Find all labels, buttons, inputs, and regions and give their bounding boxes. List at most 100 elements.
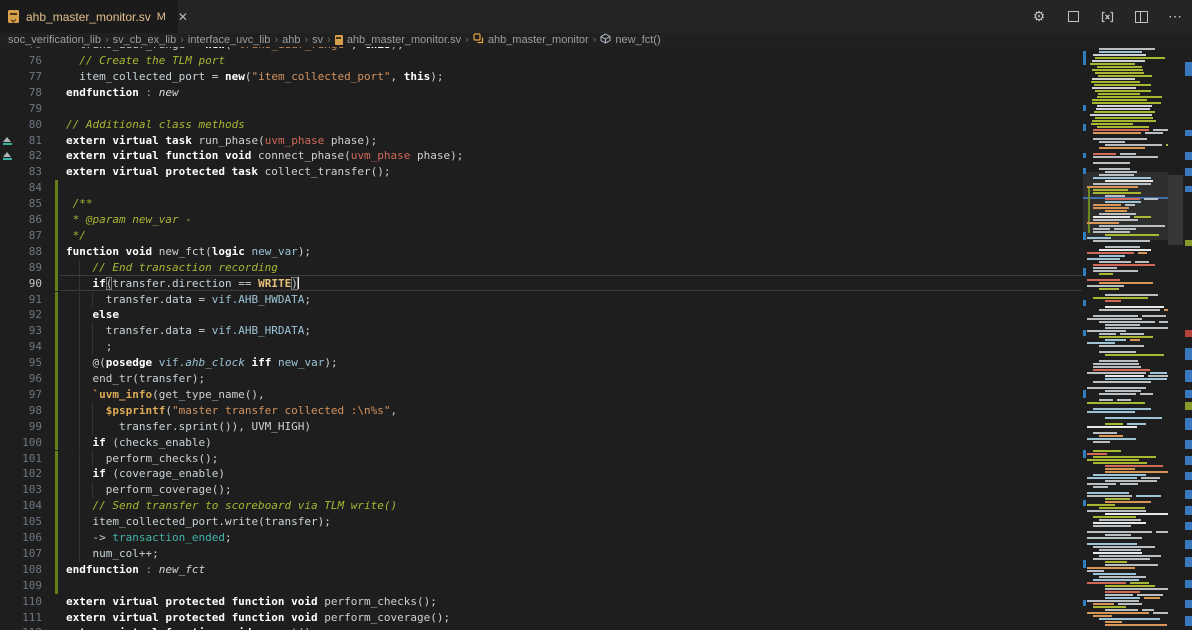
code-text: endfunction : new_fct: [66, 562, 205, 578]
line-number: 104: [0, 498, 42, 514]
line-number: 81: [0, 133, 42, 149]
code-line-107[interactable]: 107 num_col++;: [0, 546, 1192, 562]
overview-ruler-mark: [1185, 130, 1192, 136]
tab-ahb-master-monitor[interactable]: ahb_master_monitor.sv M ✕: [0, 0, 178, 33]
breadcrumb-item-sv[interactable]: sv: [312, 34, 323, 46]
code-line-105[interactable]: 105 item_collected_port.write(transfer);: [0, 514, 1192, 530]
code-line-97[interactable]: 97 `uvm_info(get_type_name(),: [0, 387, 1192, 403]
code-line-77[interactable]: 77 item_collected_port = new("item_colle…: [0, 69, 1192, 85]
code-line-106[interactable]: 106 -> transaction_ended;: [0, 530, 1192, 546]
code-line-111[interactable]: 111extern virtual protected function voi…: [0, 610, 1192, 626]
breadcrumb-item-new-fct-[interactable]: new_fct(): [600, 33, 660, 47]
line-number: 83: [0, 164, 42, 180]
code-line-108[interactable]: 108endfunction : new_fct: [0, 562, 1192, 578]
code-text: extern virtual protected task collect_tr…: [66, 164, 391, 180]
method-symbol-icon: [600, 33, 611, 47]
gutter-modified-bar: [55, 546, 58, 562]
code-text: if (coverage_enable): [66, 466, 225, 482]
code-text: end_tr(transfer);: [66, 371, 205, 387]
breadcrumb-item-sv-cb-ex-lib[interactable]: sv_cb_ex_lib: [113, 34, 177, 46]
line-number: 80: [0, 117, 42, 133]
overview-ruler-mark: [1185, 506, 1192, 515]
code-line-88[interactable]: 88function void new_fct(logic new_var);: [0, 244, 1192, 260]
code-line-94[interactable]: 94 ;: [0, 339, 1192, 355]
code-line-81[interactable]: 81extern virtual task run_phase(uvm_phas…: [0, 133, 1192, 149]
code-text: transfer.data = vif.AHB_HWDATA;: [66, 292, 311, 308]
compare-changes-icon[interactable]: [1098, 8, 1116, 26]
code-line-87[interactable]: 87 */: [0, 228, 1192, 244]
code-text: transfer.data = vif.AHB_HRDATA;: [66, 323, 311, 339]
code-line-84[interactable]: 84: [0, 180, 1192, 196]
git-modified-badge: M: [157, 11, 166, 23]
code-line-90[interactable]: 90 if(transfer.direction == WRITE): [0, 276, 1192, 292]
code-line-92[interactable]: 92 else: [0, 307, 1192, 323]
code-line-95[interactable]: 95 @(posedge vif.ahb_clock iff new_var);: [0, 355, 1192, 371]
gutter-modified-bar: [55, 451, 58, 467]
breadcrumb-item-ahb[interactable]: ahb: [282, 34, 300, 46]
code-line-109[interactable]: 109: [0, 578, 1192, 594]
code-line-101[interactable]: 101 perform_checks();: [0, 451, 1192, 467]
minimap[interactable]: [1083, 47, 1168, 630]
gutter-modified-bar: [55, 419, 58, 435]
code-area[interactable]: 75 trans_addr_range = new("trans_addr_ra…: [0, 47, 1192, 630]
code-line-80[interactable]: 80// Additional class methods: [0, 117, 1192, 133]
code-line-103[interactable]: 103 perform_coverage();: [0, 482, 1192, 498]
code-line-112[interactable]: 112extern virtual function void report()…: [0, 625, 1192, 630]
code-text: extern virtual function void connect_pha…: [66, 148, 463, 164]
breadcrumb-item-soc-verification-lib[interactable]: soc_verification_lib: [8, 34, 101, 46]
overview-ruler-mark: [1185, 62, 1192, 76]
code-text: item_collected_port = new("item_collecte…: [66, 69, 444, 85]
code-line-99[interactable]: 99 transfer.sprint()), UVM_HIGH): [0, 419, 1192, 435]
line-number: 85: [0, 196, 42, 212]
line-number: 103: [0, 482, 42, 498]
breadcrumb-item-ahb-master-monitor[interactable]: ahb_master_monitor: [473, 33, 589, 47]
minimap-modified-mark: [1083, 105, 1086, 111]
code-line-100[interactable]: 100 if (checks_enable): [0, 435, 1192, 451]
code-text: perform_coverage();: [66, 482, 232, 498]
code-line-104[interactable]: 104 // Send transfer to scoreboard via T…: [0, 498, 1192, 514]
code-text: transfer.sprint()), UVM_HIGH): [66, 419, 311, 435]
breadcrumb-separator: ›: [180, 34, 184, 46]
gutter-modified-bar: [55, 482, 58, 498]
overview-ruler-mark: [1185, 168, 1192, 176]
line-number: 106: [0, 530, 42, 546]
code-line-110[interactable]: 110extern virtual protected function voi…: [0, 594, 1192, 610]
code-line-102[interactable]: 102 if (coverage_enable): [0, 466, 1192, 482]
code-line-76[interactable]: 76 // Create the TLM port: [0, 53, 1192, 69]
overview-ruler-mark: [1185, 557, 1192, 567]
vertical-scrollbar[interactable]: [1168, 47, 1192, 630]
code-line-79[interactable]: 79: [0, 101, 1192, 117]
breadcrumb-separator: ›: [465, 34, 469, 46]
minimap-modified-mark: [1083, 560, 1086, 568]
more-actions-icon[interactable]: ⋯: [1166, 8, 1184, 26]
overview-ruler-mark: [1185, 580, 1192, 588]
scrollbar-thumb[interactable]: [1168, 175, 1183, 245]
overview-ruler-mark: [1185, 402, 1192, 410]
close-tab-icon[interactable]: ✕: [175, 9, 191, 25]
code-line-93[interactable]: 93 transfer.data = vif.AHB_HRDATA;: [0, 323, 1192, 339]
breadcrumb-item-interface-uvc-lib[interactable]: interface_uvc_lib: [188, 34, 271, 46]
code-line-86[interactable]: 86 * @param new_var -: [0, 212, 1192, 228]
code-line-78[interactable]: 78endfunction : new: [0, 85, 1192, 101]
square-icon[interactable]: [1064, 8, 1082, 26]
code-line-96[interactable]: 96 end_tr(transfer);: [0, 371, 1192, 387]
code-text: extern virtual protected function void p…: [66, 610, 450, 626]
code-line-83[interactable]: 83 extern virtual protected task collect_…: [0, 164, 1192, 180]
gutter-modified-bar: [55, 292, 58, 308]
code-line-98[interactable]: 98 $psprintf("master transfer collected …: [0, 403, 1192, 419]
code-line-89[interactable]: 89 // End transaction recording: [0, 260, 1192, 276]
gutter-modified-bar: [55, 196, 58, 212]
code-line-82[interactable]: 82extern virtual function void connect_p…: [0, 148, 1192, 164]
settings-gear-icon[interactable]: ⚙: [1030, 8, 1048, 26]
code-text: -> transaction_ended;: [66, 530, 232, 546]
code-line-85[interactable]: 85 /**: [0, 196, 1192, 212]
code-text: /**: [66, 196, 93, 212]
code-text: ;: [66, 339, 112, 355]
line-number: 97: [0, 387, 42, 403]
code-text: // End transaction recording: [66, 260, 278, 276]
editor-title-actions: ⚙ ⋯: [1030, 0, 1184, 33]
code-text: if(transfer.direction == WRITE): [66, 276, 299, 292]
breadcrumb-item-ahb-master-monitor-sv[interactable]: ahb_master_monitor.sv: [335, 34, 461, 46]
code-line-91[interactable]: 91 transfer.data = vif.AHB_HWDATA;: [0, 292, 1192, 308]
split-editor-icon[interactable]: [1132, 8, 1150, 26]
